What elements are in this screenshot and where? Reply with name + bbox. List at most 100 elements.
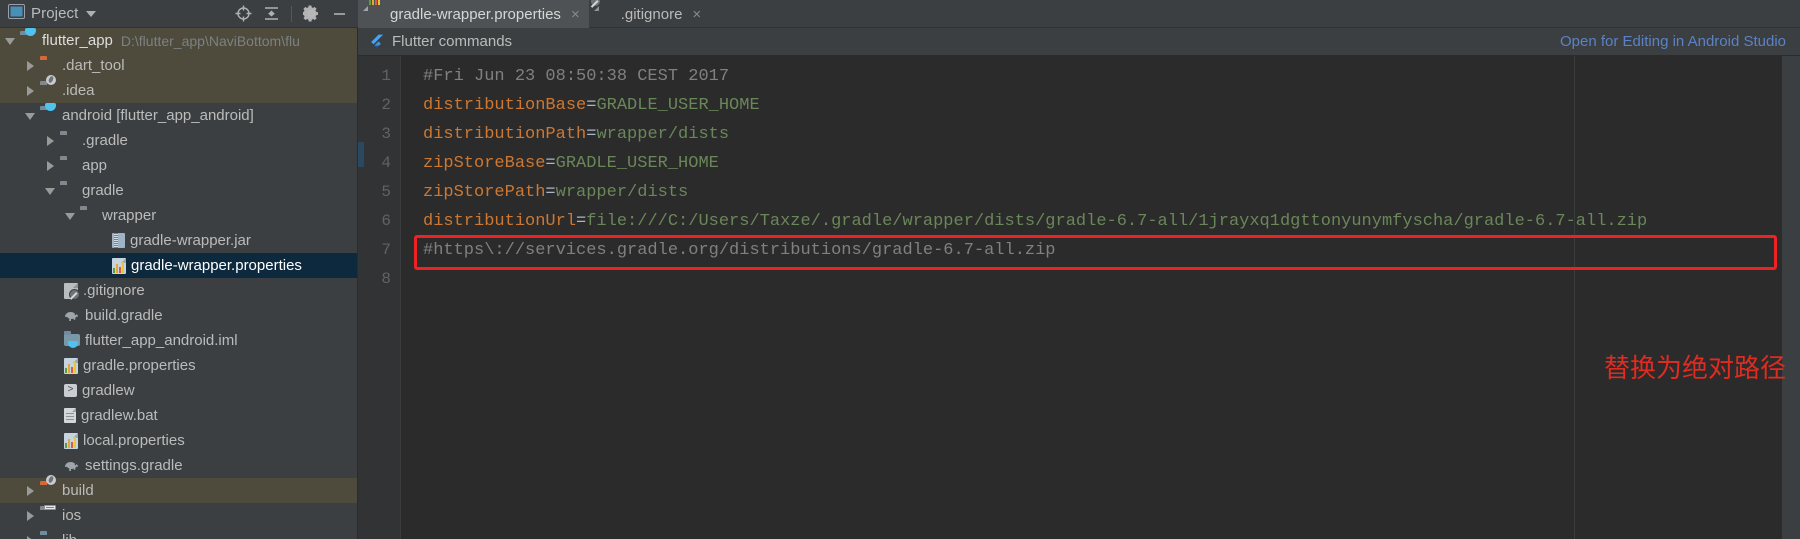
tree-row-dart-tool[interactable]: .dart_tool — [0, 53, 357, 78]
tree-row-flutter-app-android-iml[interactable]: flutter_app_android.iml — [0, 328, 357, 353]
line-number: 7 — [381, 241, 391, 259]
tree-item-label: build — [62, 482, 94, 499]
tree-row-gradle-properties[interactable]: gradle.properties — [0, 353, 357, 378]
chevron-down-icon[interactable] — [64, 209, 77, 222]
top-strip: Project gradle-wrapper.properties × .git… — [0, 0, 1800, 28]
collapse-all-icon[interactable] — [263, 5, 280, 22]
tree-row-ios[interactable]: ios — [0, 503, 357, 528]
tree-row-gitignore[interactable]: .gitignore — [0, 278, 357, 303]
code-value: GRADLE_USER_HOME — [555, 154, 719, 173]
tree-item-label: android [flutter_app_android] — [62, 107, 254, 124]
code-value: file:///C:/Users/Taxze/.gradle/wrapper/d… — [586, 212, 1648, 231]
chevron-right-icon[interactable] — [24, 84, 37, 97]
chevron-right-icon[interactable] — [24, 509, 37, 522]
tree-item-label: .dart_tool — [62, 57, 125, 74]
tree-item-label: local.properties — [83, 432, 185, 449]
code-key: zipStoreBase — [423, 154, 546, 173]
open-in-android-studio-link[interactable]: Open for Editing in Android Studio — [1560, 33, 1786, 50]
chevron-right-icon[interactable] — [24, 484, 37, 497]
tree-row-flutter-app[interactable]: flutter_app D:\flutter_app\NaviBottom\fl… — [0, 28, 357, 53]
code-editor[interactable]: 1 2 3 4 5 6 7 8 #Fri Jun 23 08:50:38 CES… — [358, 56, 1800, 539]
chevron-down-icon[interactable] — [24, 109, 37, 122]
tree-row-lib[interactable]: lib — [0, 528, 357, 539]
ide-window: Project gradle-wrapper.properties × .git… — [0, 0, 1800, 539]
chevron-down-icon[interactable] — [86, 10, 97, 17]
tree-row-gradle-dir[interactable]: .gradle — [0, 128, 357, 153]
gradle-file-icon — [64, 459, 80, 472]
code-line-6: distributionUrl=file:///C:/Users/Taxze/.… — [414, 207, 1782, 236]
chevron-right-icon[interactable] — [24, 59, 37, 72]
tree-item-label: .idea — [62, 82, 95, 99]
gitignore-file-icon — [590, 0, 614, 22]
chevron-right-icon[interactable] — [44, 134, 57, 147]
folder-flutter-icon — [20, 28, 37, 48]
gutter-change-marker — [358, 142, 364, 167]
tree-row-idea[interactable]: .idea — [0, 74, 357, 103]
annotation-note-text: 替换为绝对路径 — [1604, 354, 1787, 384]
code-line-1: #Fri Jun 23 08:50:38 CEST 2017 — [414, 62, 1782, 91]
editor-tab-label: gradle-wrapper.properties — [390, 5, 561, 23]
flutter-commands-title: Flutter commands — [392, 33, 513, 50]
properties-file-icon — [112, 257, 126, 274]
code-equals: = — [576, 212, 587, 231]
project-toolwindow-title: Project — [31, 5, 79, 22]
tree-row-gradle-wrapper-jar[interactable]: gradle-wrapper.jar — [0, 228, 357, 253]
line-number: 8 — [381, 270, 391, 288]
properties-file-icon — [368, 0, 383, 22]
close-icon[interactable]: × — [571, 6, 580, 23]
tree-row-app[interactable]: app — [0, 153, 357, 178]
close-icon[interactable]: × — [692, 6, 701, 23]
tree-item-label: gradle — [82, 182, 124, 199]
code-text[interactable]: #Fri Jun 23 08:50:38 CEST 2017 distribut… — [414, 56, 1786, 539]
code-key: zipStorePath — [423, 183, 546, 202]
settings-gear-icon[interactable] — [303, 5, 320, 22]
editor-scroll-gutter[interactable] — [1782, 56, 1800, 539]
project-tree[interactable]: flutter_app D:\flutter_app\NaviBottom\fl… — [0, 28, 358, 539]
tree-row-gradlew[interactable]: > gradlew — [0, 378, 357, 403]
code-value: GRADLE_USER_HOME — [596, 96, 760, 115]
folder-gray-icon — [60, 134, 77, 148]
line-number: 4 — [381, 154, 391, 172]
editor-tab-gradle-wrapper-properties[interactable]: gradle-wrapper.properties × — [358, 0, 589, 28]
code-key: distributionBase — [423, 96, 587, 115]
line-number: 1 — [381, 67, 391, 85]
folder-gray-icon — [80, 209, 97, 223]
properties-file-icon — [64, 357, 78, 374]
line-number: 6 — [381, 212, 391, 230]
line-number-gutter: 1 2 3 4 5 6 7 8 — [358, 56, 400, 539]
chevron-down-icon[interactable] — [44, 184, 57, 197]
chevron-right-icon[interactable] — [44, 159, 57, 172]
chevron-down-icon[interactable] — [4, 34, 17, 47]
tree-row-local-properties[interactable]: local.properties — [0, 428, 357, 453]
hard-wrap-guide — [1574, 56, 1575, 539]
tree-item-label: ios — [62, 507, 82, 524]
tree-item-label: .gitignore — [83, 282, 145, 299]
editor-area: Flutter commands Open for Editing in And… — [358, 28, 1800, 539]
chevron-right-icon[interactable] — [24, 534, 37, 539]
tree-row-wrapper[interactable]: wrapper — [0, 203, 357, 228]
tree-item-label: build.gradle — [85, 307, 163, 324]
code-equals: = — [545, 183, 556, 202]
locate-icon[interactable] — [235, 5, 252, 22]
flutter-commands-bar: Flutter commands Open for Editing in And… — [358, 28, 1800, 56]
folder-flutter-icon — [40, 102, 57, 123]
code-value: wrapper/dists — [596, 125, 730, 144]
tree-row-gradlew-bat[interactable]: gradlew.bat — [0, 403, 357, 428]
tree-row-settings-gradle[interactable]: settings.gradle — [0, 453, 357, 478]
tree-row-build-gradle[interactable]: build.gradle — [0, 303, 357, 328]
tree-item-label: gradle-wrapper.properties — [131, 257, 302, 274]
code-folding-strip[interactable] — [400, 56, 414, 539]
gradle-file-icon — [64, 309, 80, 322]
tree-row-build[interactable]: build — [0, 474, 357, 503]
editor-tab-gitignore[interactable]: .gitignore × — [589, 0, 710, 28]
tree-row-gradle-wrapper-properties[interactable]: gradle-wrapper.properties — [0, 253, 357, 278]
tree-item-label: wrapper — [102, 207, 157, 224]
tree-item-label: app — [82, 157, 108, 174]
code-value: wrapper/dists — [555, 183, 689, 202]
tree-row-gradle[interactable]: gradle — [0, 178, 357, 203]
tree-row-android[interactable]: android [flutter_app_android] — [0, 102, 357, 128]
project-toolwindow-header: Project — [0, 0, 358, 28]
tree-item-label: gradle.properties — [83, 357, 196, 374]
document-file-icon — [64, 408, 76, 423]
minimize-icon[interactable] — [331, 5, 348, 22]
